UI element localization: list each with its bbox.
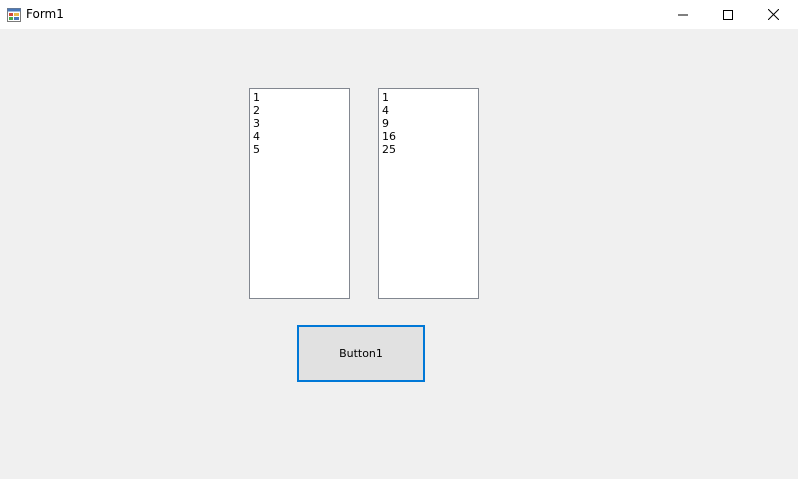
list-item[interactable]: 3 bbox=[253, 117, 349, 130]
close-icon bbox=[767, 5, 779, 24]
button1-label: Button1 bbox=[339, 347, 383, 360]
form-window: Form1 1 2 3 4 5 1 4 9 16 25 Button1 bbox=[0, 0, 798, 479]
list-item[interactable]: 4 bbox=[382, 104, 478, 117]
close-button[interactable] bbox=[750, 0, 796, 29]
window-title: Form1 bbox=[26, 7, 64, 21]
list-item[interactable]: 4 bbox=[253, 130, 349, 143]
list-item[interactable]: 25 bbox=[382, 143, 478, 156]
list-item[interactable]: 1 bbox=[253, 91, 349, 104]
maximize-button[interactable] bbox=[705, 0, 751, 29]
list-item[interactable]: 2 bbox=[253, 104, 349, 117]
list-item[interactable]: 16 bbox=[382, 130, 478, 143]
title-bar[interactable]: Form1 bbox=[0, 0, 798, 29]
minimize-icon bbox=[678, 5, 688, 24]
listbox-2[interactable]: 1 4 9 16 25 bbox=[378, 88, 479, 299]
form-app-icon[interactable] bbox=[7, 7, 21, 22]
maximize-icon bbox=[723, 5, 733, 24]
list-item[interactable]: 5 bbox=[253, 143, 349, 156]
list-item[interactable]: 9 bbox=[382, 117, 478, 130]
list-item[interactable]: 1 bbox=[382, 91, 478, 104]
listbox-1[interactable]: 1 2 3 4 5 bbox=[249, 88, 350, 299]
button1[interactable]: Button1 bbox=[297, 325, 425, 382]
minimize-button[interactable] bbox=[660, 0, 706, 29]
